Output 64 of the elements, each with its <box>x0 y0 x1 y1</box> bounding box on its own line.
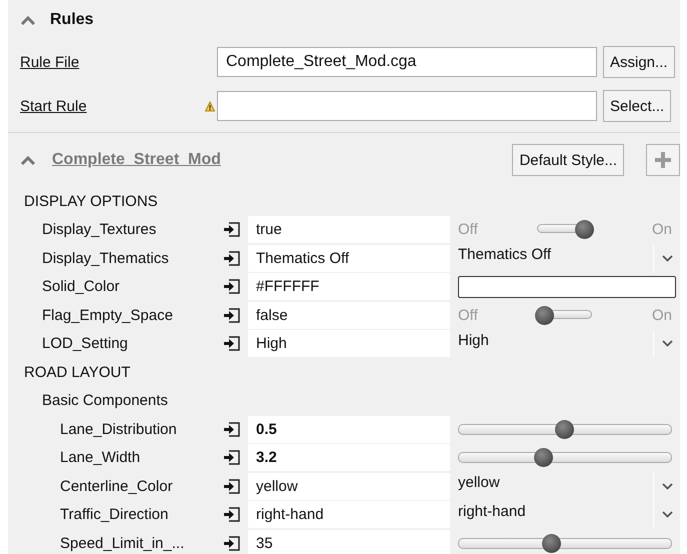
dropdown[interactable]: yellow <box>458 472 680 500</box>
caret-icon <box>662 254 672 262</box>
attribute-name: Display_Textures <box>41 221 158 238</box>
toggle-switch[interactable] <box>535 220 594 240</box>
slider-thumb[interactable] <box>555 420 574 439</box>
value-field[interactable]: 35 <box>248 530 450 554</box>
attribute-name: Solid_Color <box>41 278 121 296</box>
link-icon[interactable] <box>222 279 240 294</box>
color-swatch[interactable] <box>458 276 676 298</box>
link-icon[interactable] <box>222 478 240 494</box>
off-label: Off <box>458 221 478 238</box>
attribute-name: Speed_Limit_in_... <box>59 534 186 552</box>
value-field[interactable]: Thematics Off <box>248 244 450 272</box>
on-label: On <box>652 306 672 324</box>
link-icon[interactable] <box>222 222 240 238</box>
link-icon[interactable] <box>222 450 240 466</box>
link-icon[interactable] <box>222 250 240 266</box>
attribute-name: Traffic_Direction <box>59 506 170 524</box>
value-field[interactable]: #FFFFFF <box>248 273 450 300</box>
rule-file-field[interactable]: Complete_Street_Mod.cga <box>217 47 597 77</box>
attribute-name: LOD_Setting <box>41 335 129 352</box>
value-field[interactable]: yellow <box>248 472 450 500</box>
style-link[interactable]: Complete_Street_Mod <box>52 151 496 169</box>
slider-thumb[interactable] <box>534 448 553 468</box>
section-title: Rules <box>50 11 94 29</box>
caret-icon <box>662 511 672 518</box>
link-icon[interactable] <box>222 308 240 323</box>
start-rule-field[interactable] <box>217 91 597 121</box>
attribute-name: Lane_Width <box>59 449 142 466</box>
toggle-switch[interactable] <box>535 306 594 325</box>
value-field[interactable]: false <box>248 302 450 329</box>
value-field[interactable]: true <box>248 216 450 244</box>
attribute-name: Display_Thematics <box>41 250 170 267</box>
attribute-name: Lane_Distribution <box>59 420 178 438</box>
default-style-button[interactable]: Default Style... <box>512 144 624 176</box>
link-icon[interactable] <box>222 422 240 437</box>
link-icon[interactable] <box>222 507 240 522</box>
caret-icon <box>662 340 672 348</box>
plus-icon <box>655 152 671 168</box>
chevron-icon[interactable] <box>20 155 36 165</box>
value-field[interactable]: 0.5 <box>248 416 450 443</box>
select-button[interactable]: Select... <box>603 90 672 122</box>
dropdown[interactable]: Thematics Off <box>458 244 680 272</box>
category-heading: ROAD LAYOUT <box>24 364 130 381</box>
dropdown[interactable]: right-hand <box>458 500 680 529</box>
value-field[interactable]: right-hand <box>248 501 450 528</box>
category-heading: DISPLAY OPTIONS <box>24 192 158 210</box>
rule-file-link[interactable]: Rule File <box>20 54 195 70</box>
group-heading: Basic Components <box>42 392 168 410</box>
value-field[interactable]: High <box>248 330 450 358</box>
on-label: On <box>652 221 672 238</box>
assign-button[interactable]: Assign... <box>603 46 675 78</box>
start-rule-link[interactable]: Start Rule <box>20 98 195 114</box>
link-icon[interactable] <box>222 536 240 551</box>
slider-thumb[interactable] <box>542 534 562 553</box>
caret-icon <box>662 482 672 490</box>
attribute-name: Flag_Empty_Space <box>41 306 174 324</box>
dropdown[interactable]: High <box>458 330 680 358</box>
attribute-name: Centerline_Color <box>59 478 174 495</box>
chevron-icon[interactable] <box>20 15 36 25</box>
value-field[interactable]: 3.2 <box>248 444 450 472</box>
off-label: Off <box>458 306 478 324</box>
add-button[interactable] <box>646 144 680 176</box>
link-icon[interactable] <box>222 336 240 352</box>
